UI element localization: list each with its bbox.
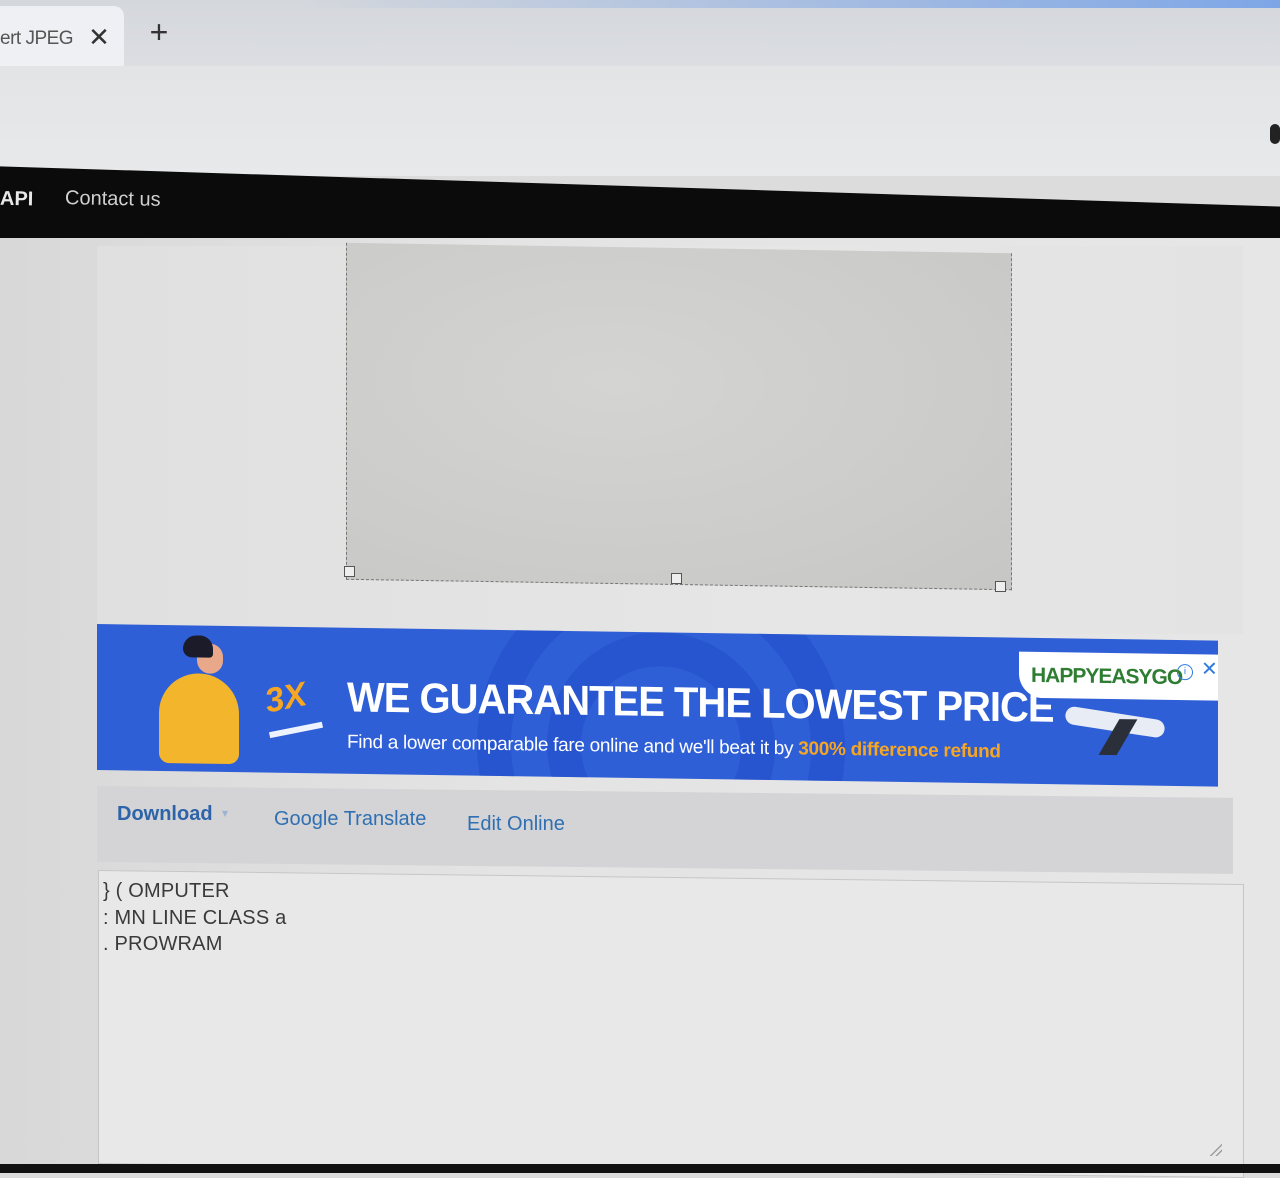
menu-dot-icon[interactable] [1270,124,1280,144]
nav-link-api[interactable]: API [0,188,34,212]
browser-tab[interactable]: ert JPEG ✕ [0,6,124,70]
output-line: : MN LINE CLASS a [103,907,287,929]
textarea-resize-handle[interactable] [1208,1142,1222,1156]
image-crop-area[interactable] [346,242,1012,591]
ad-headline: WE GUARANTEE THE LOWEST PRICE [347,674,1054,732]
ad-highlight: 300% difference refund [798,738,1001,763]
ad-logo: HAPPYEASYGO [1031,663,1183,690]
download-button[interactable]: Download [117,803,213,826]
browser-tab-strip: ert JPEG ✕ + [0,0,1280,70]
nav-link-contact[interactable]: Contact us [65,187,161,212]
new-tab-icon[interactable]: + [144,16,174,48]
crop-handle-bottom-right[interactable] [995,581,1006,592]
browser-toolbar [0,66,1280,176]
screen-bezel [0,1164,1280,1173]
ad-info-icon[interactable]: i [1177,664,1193,681]
tab-strip-highlight [300,0,1280,8]
ad-person-hair [183,635,213,658]
ad-banner[interactable]: 3X WE GUARANTEE THE LOWEST PRICE Find a … [97,624,1218,787]
google-translate-link[interactable]: Google Translate [274,808,426,831]
output-line: } ( OMPUTER [103,880,230,902]
ad-person-illustration [159,672,239,765]
result-action-bar [97,786,1233,874]
ad-close-icon[interactable]: ✕ [1201,658,1218,680]
ad-badge: 3X [261,675,310,721]
ad-laptop-icon [268,721,324,739]
close-icon[interactable]: ✕ [88,24,110,50]
chevron-down-icon[interactable]: ▾ [222,806,228,820]
edit-online-link[interactable]: Edit Online [467,813,565,836]
output-line: . PROWRAM [103,933,223,955]
crop-handle-bottom-left[interactable] [344,566,355,577]
tab-title: ert JPEG [0,28,74,49]
crop-handle-bottom-center[interactable] [671,573,682,584]
